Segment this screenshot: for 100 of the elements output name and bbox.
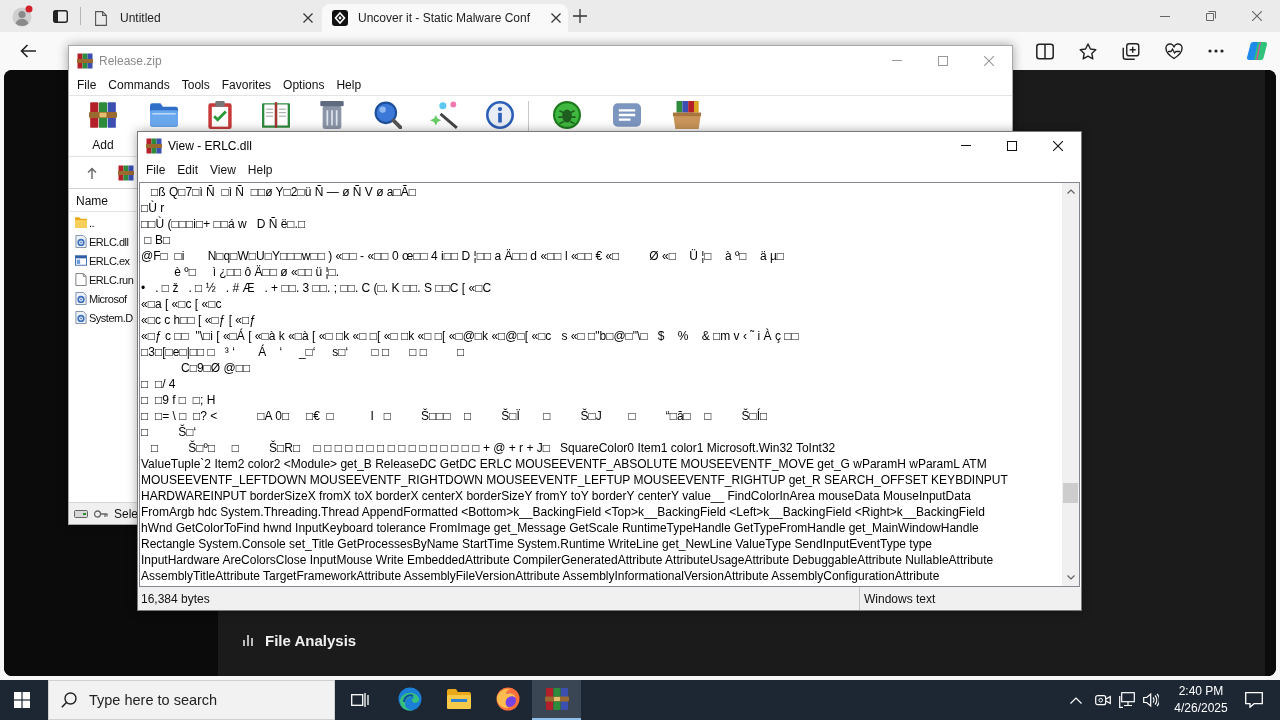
plus-icon[interactable] (573, 9, 587, 23)
file-list-item[interactable]: ERLC.dll (70, 232, 136, 251)
open-book-icon[interactable] (262, 101, 290, 129)
books-icon (118, 164, 134, 181)
magnifier-icon[interactable] (374, 101, 402, 129)
collections-icon[interactable] (1122, 42, 1140, 60)
bug-icon[interactable] (553, 101, 581, 129)
text-line: □3□[□e□|□□ □ ³ ‘ Á ‘ _□‘ s□‘ □ □ □ □ □ (141, 344, 466, 360)
text-line: Rectangle System.Console set_Title GetProcessesByName StartTime System.Runtime WriteLine get_NewLine ValueType SendInputEventType type (141, 536, 934, 552)
text-line: HARDWAREINPUT borderSizeX fromX toX borderX centerX borderSizeY fromY toY borderY centerY value__ FindColorInArea mouseData MouseInputData (141, 488, 972, 504)
text-line: FromArgb hdc System.Threading.Thread AppendFormatted <Bottom>k__BackingField <Top>k__BackingField <Left>k__BackingField <Right>k__BackingField (141, 504, 986, 520)
section-title: File Analysis (265, 631, 357, 649)
browser-tab[interactable]: Untitled (85, 4, 320, 32)
file-list-item[interactable]: Microsof (70, 289, 136, 308)
star-icon[interactable] (1079, 42, 1097, 60)
text-line: □ Š□‘ (141, 424, 198, 440)
file-list-item[interactable]: System.D (70, 308, 136, 327)
network-monitor-icon[interactable] (1119, 692, 1135, 708)
restore-icon[interactable] (1206, 11, 1216, 21)
avatar-icon[interactable] (12, 5, 33, 27)
books-icon (146, 137, 162, 154)
menu-item[interactable]: Options (277, 78, 331, 92)
menu-item[interactable]: Tools (175, 78, 216, 92)
taskbar-app[interactable] (532, 680, 581, 720)
clock-time: 2:40 PM (1178, 683, 1224, 700)
close-icon[interactable] (551, 13, 561, 23)
windows-logo-icon[interactable] (14, 692, 30, 708)
file-list-item[interactable]: ERLC.ex (70, 251, 136, 270)
status-text: Windows text (864, 591, 936, 606)
tab-actions-icon[interactable] (53, 9, 68, 23)
window-title: View - ERLC.dll (168, 138, 252, 153)
split-screen-icon[interactable] (1036, 42, 1054, 60)
file-list-item[interactable]: ERLC.run (70, 270, 136, 289)
text-line: □□Ù (□□□i□+ □□á w D Ñ ë□.□ (141, 216, 307, 232)
key-icon (94, 509, 108, 518)
text-line: «□ƒ c □□ "\□i [ «□Á [ «□à k «□à [ «□ □k «□ □[ «□ □k «□ □[ «□@□k «□@□[ «□c s «□ □"b□@□"\□ $ % & □m v ‹ ˜ i À ç □□ (141, 328, 800, 344)
trash-icon[interactable] (318, 101, 346, 129)
heart-pulse-icon[interactable] (1165, 42, 1183, 60)
text-line: «□a [ «□c [ «□c (141, 296, 223, 312)
folder-icon (75, 216, 87, 229)
notification-icon[interactable] (1245, 692, 1263, 708)
up-arrow-icon[interactable] (87, 166, 97, 179)
scrollbar-thumb[interactable] (1063, 483, 1078, 503)
browser-tab[interactable]: Uncover it - Static Malware Conf (322, 4, 568, 32)
file-icon (75, 273, 87, 286)
chevron-down-icon[interactable] (1066, 575, 1075, 580)
books-icon (77, 52, 93, 69)
menu-item[interactable]: Favorites (215, 78, 278, 92)
menu-item[interactable]: Edit (171, 163, 205, 177)
gear-file-icon (75, 311, 87, 324)
text-line: «□c c h□□ [ «□ƒ [ «□ƒ (141, 312, 257, 328)
text-line: ValueTuple`2 Item2 color2 <Module> get_B ReleaseDC GetDC ERLC MOUSEEVENTF_ABSOLUTE MOUSEEVENTF_MOVE get_G wParamH wParamL ATM (141, 456, 988, 472)
menu-item[interactable]: Help (241, 163, 279, 177)
task-view-icon[interactable] (351, 692, 369, 708)
clock-date: 4/26/2025 (1174, 700, 1228, 717)
text-line: è º□ ì ¿□□ ô Ä□□ ø «□□ ü ¦□. (173, 264, 341, 280)
window-icon (75, 254, 87, 267)
info-icon[interactable] (486, 101, 514, 129)
text-line: □ß Q□7□ì Ñ □ì Ñ □□ø Y□2□ü Ñ — ø Ñ V ø a□Ã□ (150, 184, 417, 200)
text-line: □ □/ 4 (141, 376, 177, 392)
status-text: 16,384 bytes (141, 591, 210, 606)
striped-logo-icon[interactable] (1246, 41, 1268, 61)
column-header[interactable]: Name (70, 191, 136, 212)
text-line: MOUSEEVENTF_LEFTDOWN MOUSEEVENTF_RIGHTDOWN MOUSEEVENTF_LEFTUP MOUSEEVENTF_RIGHTUP get_R SEARCH_OFFSET KEYBDINPUT (141, 472, 1009, 488)
more-icon[interactable] (1208, 49, 1224, 53)
text-line: □Ù r (141, 200, 166, 216)
scrollbar[interactable] (1062, 183, 1079, 586)
maximize-icon[interactable] (1007, 140, 1017, 151)
text-line: □ □= \ □ □? < □A 0□ □€ □ I □ Š□□□ □ Š□Ï □ Š□J □ “□ă□ □ Š□Í□ (141, 408, 769, 424)
text-line: hWnd GetColorToFind hwnd InputKeyboard tolerance FromImage get_Message GetScale RuntimeTypeHandle GetTypeFromHandle get_MainWindowHandle (141, 520, 980, 536)
clipboard-check-icon[interactable] (206, 101, 234, 129)
folder-icon[interactable] (150, 101, 178, 129)
menu-item[interactable]: Help (330, 78, 368, 92)
speaker-icon[interactable] (1143, 692, 1159, 708)
books-icon (544, 687, 569, 711)
add-button[interactable]: Add (80, 101, 126, 152)
wave-swirl-icon (397, 687, 422, 711)
text-lines-icon[interactable] (613, 101, 641, 129)
file-list-item[interactable]: .. (70, 213, 136, 232)
menu-item[interactable]: File (140, 163, 172, 177)
text-line: □ B□ (143, 232, 172, 248)
magic-wand-icon[interactable] (430, 101, 458, 129)
back-arrow-icon[interactable] (20, 44, 36, 58)
search-field[interactable]: Type here to search (48, 680, 335, 720)
text-line: C□9□Ø @□□ (180, 360, 252, 376)
text-line: □ Š□º□ □ Š□R□ □ □ □ □ □ □ □ □ □ □ □ □ □ □ □ □ + @ + r + J□ SquareColor0 Item1 color1 Microsoft.Win32 ToInt32 (150, 440, 837, 456)
text-line: AssemblyTitleAttribute TargetFrameworkAttribute AssemblyFileVersionAttribute AssemblyInformationalVersionAttribute AssemblyConfigurationAttribute (141, 568, 941, 584)
window-title: Release.zip (99, 53, 162, 68)
camera-icon[interactable] (1095, 692, 1111, 708)
close-icon[interactable] (1053, 140, 1063, 151)
box-icon[interactable] (673, 101, 701, 129)
menu-item[interactable]: File (71, 78, 103, 92)
folder-icon (446, 687, 471, 711)
gear-file-icon (75, 235, 87, 248)
menu-item[interactable]: Commands (102, 78, 176, 92)
close-icon[interactable] (303, 13, 313, 23)
text-line: @F□ □i N□q□W□U□Y□□□w□□ ) «□□ - «□□ 0 œ□□ 4 i□□ D ¦□□ a Ä□□ d «□□ l «□□ € «□ Ø «□ Ü ¦□ à º□ ä µ□ (141, 248, 786, 264)
diamond-logo-icon (332, 10, 348, 26)
minimize-icon[interactable] (1160, 15, 1170, 17)
menu-item[interactable]: View (204, 163, 242, 177)
